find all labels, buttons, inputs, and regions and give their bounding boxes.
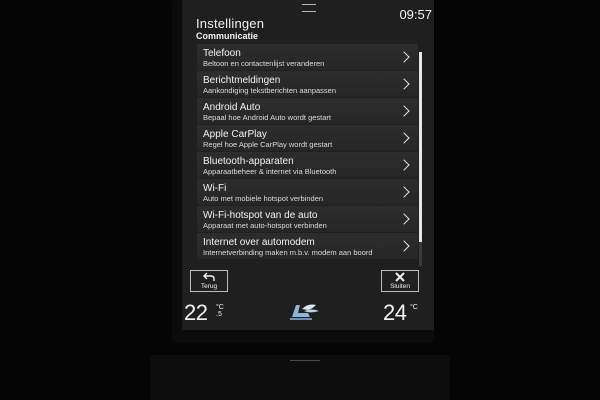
pull-down-handle[interactable]	[302, 4, 316, 12]
menu-item-title: Internet over automodem	[203, 237, 315, 248]
menu-item-title: Telefoon	[203, 48, 241, 59]
clock: 09:57	[399, 7, 432, 22]
top-bar: Instellingen Communicatie 09:57	[182, 0, 434, 44]
chevron-right-icon	[398, 132, 410, 144]
close-label: Sluiten	[390, 283, 410, 290]
menu-item-subtitle: Aankondiging tekstberichten aanpassen	[203, 86, 337, 95]
menu-item-berichtmeldingen[interactable]: Berichtmeldingen Aankondiging tekstberic…	[197, 71, 418, 97]
menu-item-internet-modem[interactable]: Internet over automodem Internetverbindi…	[197, 233, 418, 259]
temperature-decimal: .5	[216, 311, 222, 318]
menu-item-android-auto[interactable]: Android Auto Bepaal hoe Android Auto wor…	[197, 98, 418, 124]
menu-item-wifi[interactable]: Wi-Fi Auto met mobiele hotspot verbinden	[197, 179, 418, 205]
chevron-right-icon	[398, 105, 410, 117]
menu-item-wifi-hotspot[interactable]: Wi-Fi-hotspot van de auto Apparaat met a…	[197, 206, 418, 232]
menu-item-title: Wi-Fi	[203, 183, 227, 194]
menu-item-title: Apple CarPlay	[203, 129, 267, 140]
back-label: Terug	[200, 283, 218, 290]
passenger-temperature[interactable]: 24	[383, 300, 407, 326]
menu-item-subtitle: Beltoon en contactenlijst veranderen	[203, 59, 325, 68]
chevron-right-icon	[398, 51, 410, 63]
chevron-right-icon	[398, 78, 410, 90]
scrollbar-thumb[interactable]	[419, 52, 422, 242]
menu-item-subtitle: Auto met mobiele hotspot verbinden	[203, 194, 324, 203]
menu-item-title: Android Auto	[203, 102, 261, 113]
menu-item-telefoon[interactable]: Telefoon Beltoon en contactenlijst veran…	[197, 44, 418, 70]
list-scrollbar[interactable]	[419, 52, 422, 266]
settings-list: Telefoon Beltoon en contactenlijst veran…	[197, 44, 418, 267]
driver-temperature-unit: °C .5	[216, 304, 224, 318]
close-button[interactable]: Sluiten	[381, 270, 419, 292]
seat-fan-icon[interactable]	[286, 299, 322, 321]
menu-item-subtitle: Bepaal hoe Android Auto wordt gestart	[203, 113, 332, 122]
chevron-right-icon	[398, 186, 410, 198]
passenger-temperature-unit: °C	[410, 304, 418, 311]
driver-temperature[interactable]: 22	[184, 300, 208, 326]
menu-item-subtitle: Internetverbinding maken m.b.v. modem aa…	[203, 248, 373, 257]
console-button[interactable]	[290, 360, 320, 371]
infotainment-screen: Instellingen Communicatie 09:57 Telefoon…	[182, 0, 434, 330]
menu-item-subtitle: Apparaat met auto-hotspot verbinden	[203, 221, 327, 230]
menu-item-bluetooth[interactable]: Bluetooth-apparaten Apparaatbeheer & int…	[197, 152, 418, 178]
menu-item-apple-carplay[interactable]: Apple CarPlay Regel hoe Apple CarPlay wo…	[197, 125, 418, 151]
menu-item-title: Bluetooth-apparaten	[203, 156, 294, 167]
page-title: Instellingen	[196, 16, 265, 31]
chevron-right-icon	[398, 213, 410, 225]
menu-item-subtitle: Regel hoe Apple CarPlay wordt gestart	[203, 140, 333, 149]
chevron-right-icon	[398, 240, 410, 252]
page-subtitle: Communicatie	[196, 31, 259, 41]
menu-item-title: Berichtmeldingen	[203, 75, 281, 86]
menu-item-subtitle: Apparaatbeheer & internet via Bluetooth	[203, 167, 337, 176]
chevron-right-icon	[398, 159, 410, 171]
back-button[interactable]: Terug	[190, 270, 228, 292]
temperature-unit-label: °C	[216, 304, 224, 311]
menu-item-title: Wi-Fi-hotspot van de auto	[203, 210, 318, 221]
